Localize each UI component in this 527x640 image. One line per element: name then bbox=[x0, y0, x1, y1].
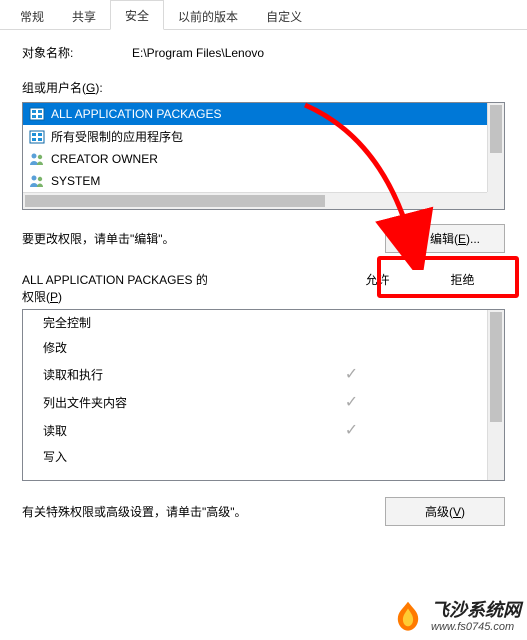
permissions-title-line1: ALL APPLICATION PACKAGES 的 bbox=[22, 271, 335, 288]
advanced-hint: 有关特殊权限或高级设置，请单击"高级"。 bbox=[22, 503, 375, 520]
groups-horizontal-scrollbar[interactable] bbox=[23, 192, 487, 209]
permission-row: 读取和执行✓ bbox=[23, 360, 487, 388]
groups-label: 组或用户名(G): bbox=[22, 79, 505, 96]
list-item-label: CREATOR OWNER bbox=[51, 152, 158, 166]
watermark-title: 飞沙系统网 bbox=[431, 600, 521, 621]
permission-allow-mark: ✓ bbox=[309, 420, 394, 440]
list-item[interactable]: CREATOR OWNER bbox=[23, 148, 487, 170]
list-item[interactable]: SYSTEM bbox=[23, 170, 487, 192]
object-name-row: 对象名称: E:\Program Files\Lenovo bbox=[22, 44, 505, 61]
column-allow: 允许 bbox=[335, 271, 420, 305]
advanced-button[interactable]: 高级(V) bbox=[385, 497, 505, 526]
permission-name: 写入 bbox=[43, 448, 309, 465]
edit-hint: 要更改权限，请单击"编辑"。 bbox=[22, 230, 375, 247]
tab-previous-versions[interactable]: 以前的版本 bbox=[164, 2, 252, 30]
groups-vertical-scrollbar[interactable] bbox=[487, 103, 504, 192]
users-icon bbox=[29, 151, 45, 167]
permission-name: 修改 bbox=[43, 339, 309, 356]
permission-name: 读取 bbox=[43, 422, 309, 439]
edit-button[interactable]: 编辑(E)... bbox=[385, 224, 505, 253]
shield-icon bbox=[410, 232, 424, 246]
permissions-header: ALL APPLICATION PACKAGES 的 权限(P) 允许 拒绝 bbox=[22, 271, 505, 305]
permission-name: 读取和执行 bbox=[43, 366, 309, 383]
watermark-url: www.fs0745.com bbox=[431, 621, 514, 634]
metro-group-icon bbox=[29, 106, 45, 122]
tab-security[interactable]: 安全 bbox=[110, 0, 164, 30]
tabs-bar: 常规 共享 安全 以前的版本 自定义 bbox=[0, 0, 527, 30]
tab-general[interactable]: 常规 bbox=[6, 2, 58, 30]
permissions-vertical-scrollbar[interactable] bbox=[487, 310, 504, 480]
permission-row: 列出文件夹内容✓ bbox=[23, 388, 487, 416]
permission-allow-mark: ✓ bbox=[309, 392, 394, 412]
list-item-label: ALL APPLICATION PACKAGES bbox=[51, 107, 222, 121]
permission-row: 读取✓ bbox=[23, 416, 487, 444]
permissions-title-line2: 权限(P) bbox=[22, 288, 335, 305]
tab-customize[interactable]: 自定义 bbox=[252, 2, 316, 30]
object-name-label: 对象名称: bbox=[22, 44, 132, 61]
security-panel: 对象名称: E:\Program Files\Lenovo 组或用户名(G): … bbox=[0, 30, 527, 536]
permission-row: 写入 bbox=[23, 444, 487, 469]
column-deny: 拒绝 bbox=[420, 271, 505, 305]
watermark: 飞沙系统网 www.fs0745.com bbox=[391, 600, 521, 634]
list-item-label: SYSTEM bbox=[51, 174, 100, 188]
users-icon bbox=[29, 173, 45, 189]
list-item-label: 所有受限制的应用程序包 bbox=[51, 128, 183, 145]
permissions-listbox[interactable]: 完全控制修改读取和执行✓列出文件夹内容✓读取✓写入 bbox=[22, 309, 505, 481]
groups-listbox[interactable]: ALL APPLICATION PACKAGES 所有受限制的应用程序包 CRE… bbox=[22, 102, 505, 210]
permission-row: 完全控制 bbox=[23, 310, 487, 335]
permission-allow-mark: ✓ bbox=[309, 364, 394, 384]
list-item[interactable]: 所有受限制的应用程序包 bbox=[23, 125, 487, 148]
permission-row: 修改 bbox=[23, 335, 487, 360]
object-name-value: E:\Program Files\Lenovo bbox=[132, 46, 505, 60]
watermark-logo-icon bbox=[391, 600, 425, 634]
permission-name: 列出文件夹内容 bbox=[43, 394, 309, 411]
metro-group-icon bbox=[29, 129, 45, 145]
list-item[interactable]: ALL APPLICATION PACKAGES bbox=[23, 103, 487, 125]
permission-name: 完全控制 bbox=[43, 314, 309, 331]
tab-share[interactable]: 共享 bbox=[58, 2, 110, 30]
